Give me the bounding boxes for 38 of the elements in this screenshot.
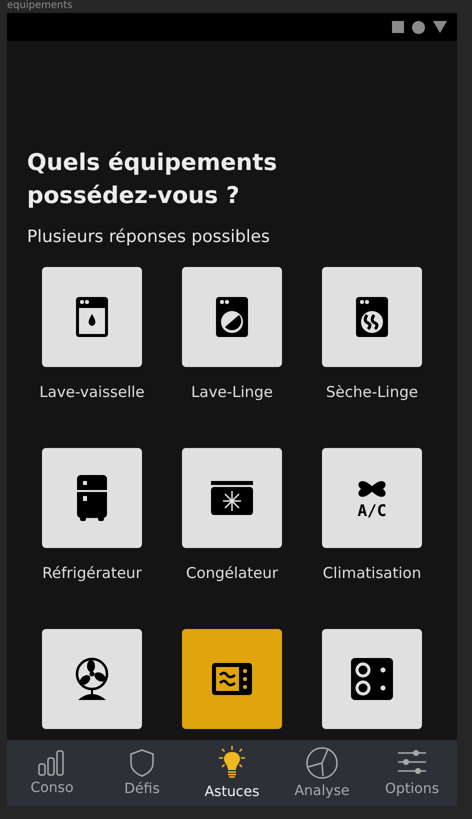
dishwasher-icon: [75, 296, 109, 338]
lightbulb-icon: [216, 746, 248, 780]
fridge-icon: [76, 474, 108, 522]
triangle-icon[interactable]: [433, 21, 447, 33]
cooktop-icon: [351, 658, 393, 700]
washing-machine-icon: [215, 296, 249, 338]
appliance-tile[interactable]: [322, 629, 422, 729]
freezer-icon: [210, 480, 254, 516]
microwave-icon: [211, 662, 253, 696]
bar-chart-icon: [38, 750, 66, 776]
circle-icon[interactable]: [412, 20, 425, 34]
appliance-label: Lave-Linge: [191, 383, 273, 401]
nav-tab[interactable]: Options: [367, 740, 457, 806]
shield-icon: [130, 749, 154, 777]
window-title: equipements: [7, 0, 74, 12]
sliders-icon: [397, 749, 427, 777]
appliance-tile[interactable]: [42, 629, 142, 729]
appliance-label: Réfrigérateur: [42, 564, 142, 582]
appliance-tile[interactable]: [182, 267, 282, 367]
dryer-icon: [355, 296, 389, 338]
nav-tab[interactable]: Conso: [7, 740, 97, 806]
nav-tab[interactable]: Astuces: [187, 740, 277, 806]
ac-label: A/C: [358, 502, 386, 520]
appliance-label: Lave-vaisselle: [39, 383, 145, 401]
appliance-label: Congélateur: [186, 564, 278, 582]
page-title: Quels équipements possédez-vous ?: [27, 149, 278, 211]
appliance-tile[interactable]: [322, 267, 422, 367]
appliance-label: Climatisation: [322, 564, 422, 582]
appliance-tile[interactable]: [182, 629, 282, 729]
subtitle: Plusieurs réponses possibles: [27, 227, 271, 247]
appliance-tile[interactable]: [42, 267, 142, 367]
pie-chart-icon: [306, 747, 338, 779]
appliance-tile[interactable]: [182, 448, 282, 548]
nav-tab[interactable]: Défis: [97, 740, 187, 806]
nav-tab[interactable]: Analyse: [277, 740, 367, 806]
appliance-tile[interactable]: A/C: [322, 448, 422, 548]
appliance-tile[interactable]: [42, 448, 142, 548]
appliance-label: Sèche-Linge: [326, 383, 418, 401]
